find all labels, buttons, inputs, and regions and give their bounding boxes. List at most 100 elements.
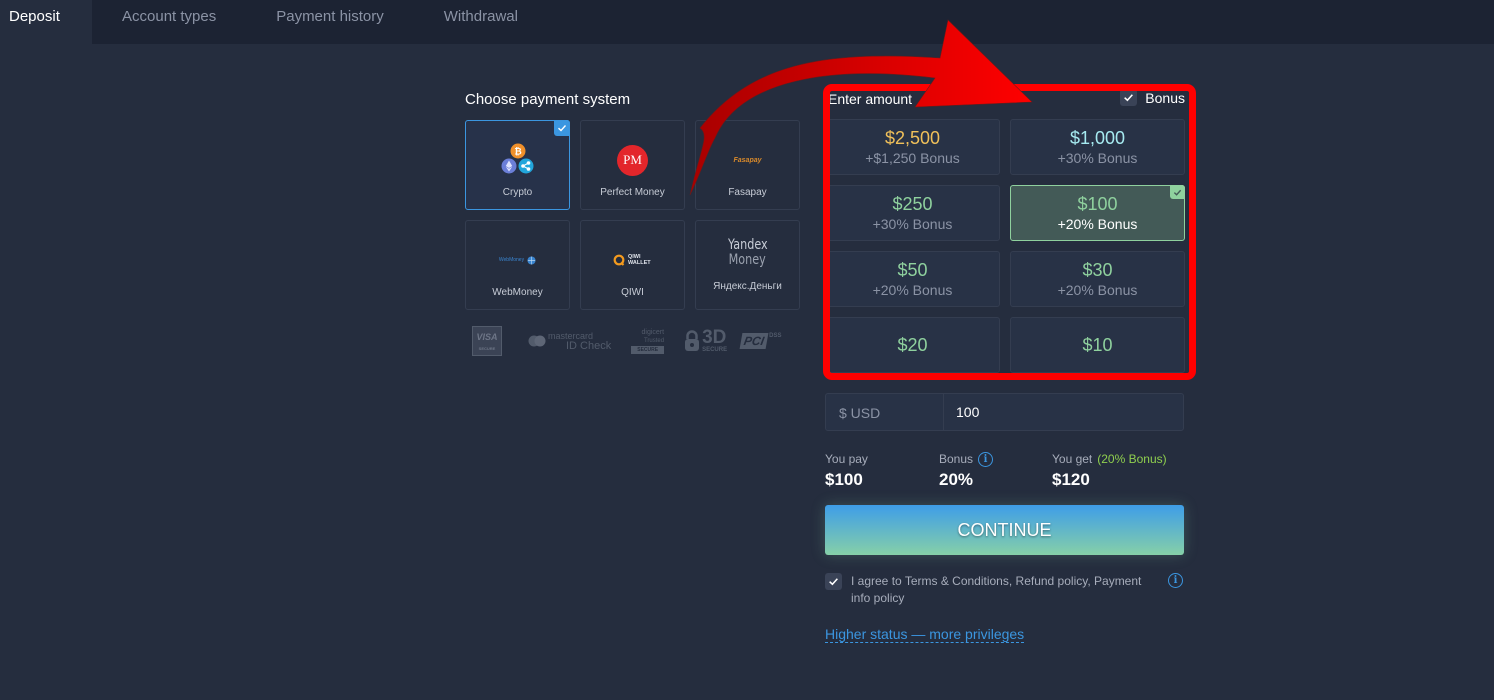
check-icon xyxy=(1124,94,1134,102)
payment-method-perfect-money[interactable]: PM Perfect Money xyxy=(580,120,685,210)
digicert-text: digicert xyxy=(641,328,665,336)
continue-button[interactable]: CONTINUE xyxy=(825,505,1184,555)
amount-value: $20 xyxy=(897,335,928,355)
selected-check-icon xyxy=(1170,185,1185,199)
mastercard-icon xyxy=(528,335,546,347)
you-pay-value: $100 xyxy=(825,470,863,489)
payment-method-label: Fasapay xyxy=(728,187,767,198)
qiwi-logo: QIWI WALLET xyxy=(613,235,652,285)
yandex-money-logo: Yandex Money xyxy=(723,225,773,281)
perfect-money-logo-text: PM xyxy=(617,144,648,176)
payment-method-label: QIWI xyxy=(621,287,644,298)
qiwi-ring-icon xyxy=(613,254,625,266)
trusted-text: Trusted xyxy=(643,337,665,344)
amount-bonus: +$1,250 Bonus xyxy=(865,150,960,166)
bonus-summary-value: 20% xyxy=(939,470,974,489)
perfect-money-logo: PM xyxy=(617,135,648,185)
bonus-checkbox[interactable] xyxy=(1120,89,1138,106)
3d-text: 3D xyxy=(702,326,727,348)
payment-method-fasapay[interactable]: Fasapay Fasapay xyxy=(695,120,800,210)
amount-option-30[interactable]: $30 +20% Bonus xyxy=(1010,251,1185,307)
amount-option-1000[interactable]: $1,000 +30% Bonus xyxy=(1010,119,1185,175)
terms-checkbox[interactable] xyxy=(825,573,842,590)
amount-value: $30 xyxy=(1082,260,1113,280)
you-pay-label: You pay xyxy=(825,452,868,466)
amount-input[interactable] xyxy=(944,394,1183,430)
bonus-toggle[interactable]: Bonus xyxy=(1120,89,1185,106)
amount-option-20[interactable]: $20 xyxy=(825,317,1000,373)
id-check-text: ID Check xyxy=(566,339,612,352)
webmoney-logo: WebMoney xyxy=(499,235,536,285)
tab-deposit[interactable]: Deposit xyxy=(0,0,92,44)
selected-check-icon xyxy=(554,120,570,136)
amount-bonus: +20% Bonus xyxy=(1057,216,1138,232)
3d-secure-badge: 3D SECURE xyxy=(684,326,728,354)
visa-secure-text: SECURE xyxy=(478,345,496,351)
terms-text: I agree to Terms & Conditions, Refund po… xyxy=(851,574,1142,605)
3d-secure-text: SECURE xyxy=(702,346,728,353)
payment-method-yandex-money[interactable]: Yandex Money Яндекс.Деньги xyxy=(695,220,800,310)
payment-section-title: Choose payment system xyxy=(465,91,631,108)
yandex-logo-text: Yandex xyxy=(727,237,768,253)
enter-amount-label: Enter amount xyxy=(828,91,913,107)
tab-withdrawal[interactable]: Withdrawal xyxy=(414,0,548,44)
amount-value: $250 xyxy=(892,194,933,214)
amount-input-field: $ USD xyxy=(825,393,1184,431)
payment-method-qiwi[interactable]: QIWI WALLET QIWI xyxy=(580,220,685,310)
amount-value: $1,000 xyxy=(1069,128,1126,148)
currency-label: $ USD xyxy=(826,394,944,430)
amount-option-250[interactable]: $250 +30% Bonus xyxy=(825,185,1000,241)
payment-method-label: Crypto xyxy=(502,187,533,198)
you-get-label: You get xyxy=(1052,452,1093,466)
payment-method-webmoney[interactable]: WebMoney WebMoney xyxy=(465,220,570,310)
payment-method-crypto[interactable]: ₿ Crypto xyxy=(465,120,570,210)
payment-method-label: WebMoney xyxy=(492,287,543,298)
globe-icon xyxy=(527,255,536,265)
crypto-icon: ₿ xyxy=(498,135,538,185)
payment-method-label: Perfect Money xyxy=(600,187,665,198)
amount-option-50[interactable]: $50 +20% Bonus xyxy=(825,251,1000,307)
mastercard-text: mastercard xyxy=(548,330,594,341)
info-icon[interactable]: i xyxy=(1168,573,1183,588)
lock-icon xyxy=(685,330,700,351)
amount-value: $10 xyxy=(1082,335,1113,355)
amount-options-grid: $2,500 +$1,250 Bonus $1,000 +30% Bonus $… xyxy=(825,119,1185,373)
payment-summary: You pay $100 Bonus i 20% You get (20% Bonu… xyxy=(825,451,1185,491)
amount-header: Enter amount Bonus xyxy=(828,89,1185,109)
payment-method-label: Яндекс.Деньги xyxy=(713,281,782,292)
bonus-label: Bonus xyxy=(1145,89,1185,106)
payment-methods-grid: ₿ Crypto PM Perfect Money Fasapay Fasapa… xyxy=(465,120,800,310)
digicert-secure-text: SECURE xyxy=(631,345,665,354)
security-badges: VISA SECURE mastercard ID Check digicert… xyxy=(472,326,781,356)
visa-text: VISA xyxy=(476,331,498,342)
info-icon[interactable]: i xyxy=(978,451,994,467)
amount-bonus: +20% Bonus xyxy=(872,282,953,298)
you-pay-block: You pay $100 xyxy=(825,451,868,490)
mastercard-id-check-badge: mastercard ID Check xyxy=(528,331,611,352)
pci-dss-badge: PCI DSS xyxy=(739,333,781,349)
fasapay-logo-text: Fasapay xyxy=(733,156,762,164)
you-get-value: $120 xyxy=(1052,470,1090,489)
amount-option-10[interactable]: $10 xyxy=(1010,317,1185,373)
amount-option-2500[interactable]: $2,500 +$1,250 Bonus xyxy=(825,119,1000,175)
higher-status-link[interactable]: Higher status — more privileges xyxy=(825,626,1025,643)
you-get-bonus-note: (20% Bonus) xyxy=(1097,452,1167,466)
pci-text: PCI xyxy=(739,333,769,349)
you-get-block: You get (20% Bonus) $120 xyxy=(1052,451,1167,490)
tab-account-types[interactable]: Account types xyxy=(92,0,246,44)
bonus-summary-label: Bonus xyxy=(939,452,974,466)
amount-bonus: +30% Bonus xyxy=(1057,150,1138,166)
money-logo-text: Money xyxy=(728,252,767,268)
svg-text:₿: ₿ xyxy=(514,147,521,158)
amount-value: $50 xyxy=(897,260,928,280)
fasapay-logo: Fasapay xyxy=(733,135,761,185)
tab-payment-history[interactable]: Payment history xyxy=(246,0,414,44)
amount-value: $100 xyxy=(1077,194,1118,214)
tab-bar: Deposit Account types Payment history Wi… xyxy=(0,0,1494,44)
amount-option-100[interactable]: $100 +20% Bonus xyxy=(1010,185,1185,241)
webmoney-logo-text: WebMoney xyxy=(498,257,525,263)
amount-bonus: +20% Bonus xyxy=(1057,282,1138,298)
visa-secure-badge: VISA SECURE xyxy=(472,326,502,356)
qiwi-logo-text: QIWI WALLET xyxy=(628,254,651,266)
digicert-badge: digicert Trusted SECURE xyxy=(631,328,665,354)
